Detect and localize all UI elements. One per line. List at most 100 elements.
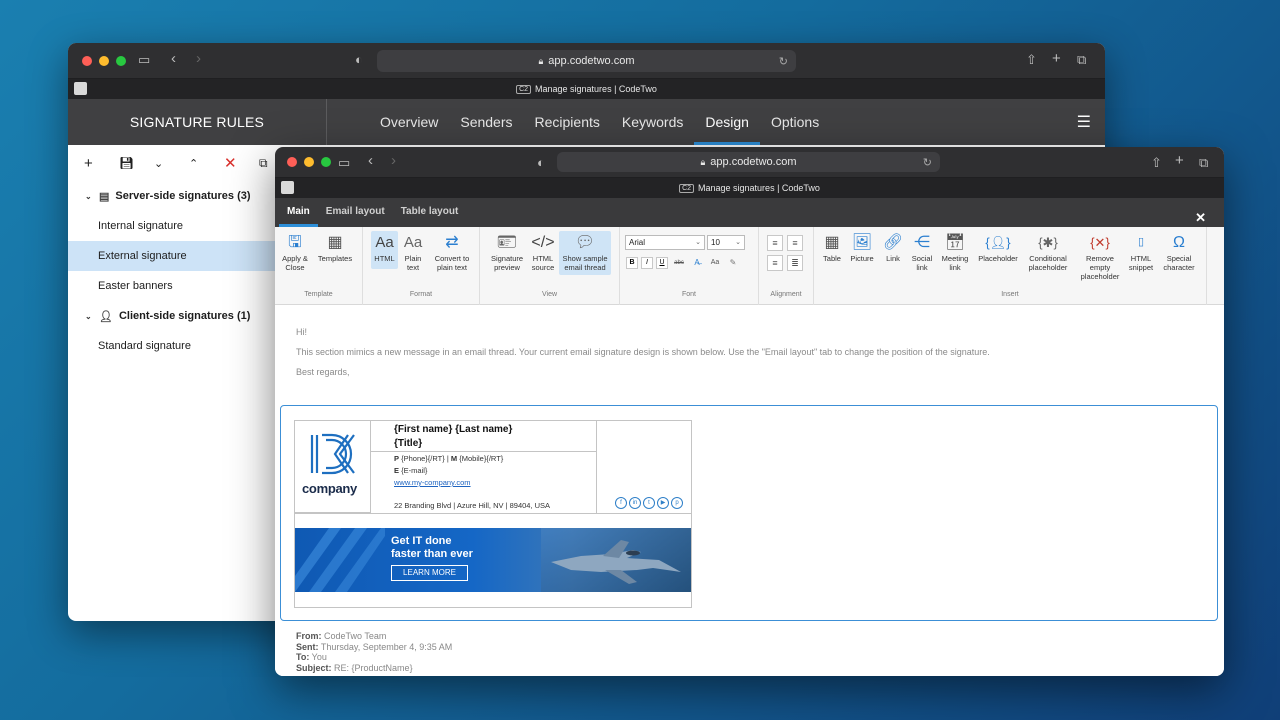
maximize-window-button[interactable] [116, 56, 126, 66]
logo-text: company [302, 481, 357, 496]
signature-table[interactable]: company {First name} {Last name} {Title}… [294, 420, 692, 608]
nav-senders[interactable]: Senders [449, 99, 523, 145]
twitter-icon[interactable]: t [643, 497, 655, 509]
button-label: Picture [850, 254, 874, 263]
ribbon-toolbar: 🖫︎ Apply & Close ▦ Templates Template Aa… [275, 227, 1224, 305]
delete-icon[interactable]: ✕ [224, 154, 259, 172]
website-link[interactable]: www.my-company.com [394, 478, 471, 487]
insert-picture-button[interactable]: 🖼︎ Picture [848, 231, 876, 264]
minimize-window-button[interactable] [99, 56, 109, 66]
sidebar-toggle-icon[interactable]: ▭ [338, 155, 350, 171]
chevron-up-icon[interactable]: ⌃ [189, 157, 224, 170]
insert-placeholder-button[interactable]: {👤︎} Placeholder [976, 231, 1020, 263]
share-icon[interactable]: ⇧ [1026, 52, 1037, 68]
back-icon[interactable]: ‹ [171, 50, 176, 67]
plus-icon[interactable]: + [84, 155, 119, 172]
save-icon[interactable]: 💾︎ [119, 156, 154, 170]
align-right-icon[interactable]: ≡ [767, 255, 783, 271]
tab-overview-icon[interactable]: ⧉ [1077, 52, 1086, 68]
promo-banner[interactable]: Get IT done faster than ever LEARN MORE [295, 528, 691, 592]
insert-table-button[interactable]: ▦ Table [820, 231, 844, 264]
italic-button[interactable]: I [641, 257, 653, 269]
shield-icon: ◐ [537, 155, 545, 170]
html-snippet-icon: ▯ [1137, 236, 1145, 248]
convert-plain-button[interactable]: ⇄ Convert to plain text [429, 231, 475, 273]
align-left-icon[interactable]: ≡ [767, 235, 783, 251]
change-case-button[interactable]: Aa [707, 257, 723, 269]
insert-social-link-button[interactable]: ⋲ Social link [908, 231, 936, 273]
close-window-button[interactable] [287, 157, 297, 167]
strikethrough-button[interactable]: abc [671, 257, 687, 269]
highlight-icon[interactable]: ✎ [726, 257, 740, 269]
youtube-icon[interactable]: ▶ [657, 497, 669, 509]
align-center-icon[interactable]: ≡ [787, 235, 803, 251]
new-tab-icon[interactable]: + [1052, 50, 1061, 67]
insert-html-snippet-button[interactable]: ▯ HTML snippet [1126, 231, 1156, 273]
insert-meeting-link-button[interactable]: 📅︎ Meeting link [938, 231, 972, 273]
back-icon[interactable]: ‹ [368, 152, 373, 169]
plain-text-button[interactable]: Aa Plain text [401, 231, 425, 272]
contact-cell[interactable]: {First name} {Last name} {Title} P {Phon… [371, 421, 597, 513]
pinterest-icon[interactable]: p [671, 497, 683, 509]
forward-icon[interactable]: › [391, 152, 396, 169]
editor-area[interactable]: Hi! This section mimics a new message in… [275, 305, 1224, 676]
group-template: 🖫︎ Apply & Close ▦ Templates Template [275, 227, 363, 305]
new-tab-icon[interactable]: + [1175, 152, 1184, 169]
nav-overview[interactable]: Overview [369, 99, 449, 145]
insert-conditional-placeholder-button[interactable]: {✱} Conditional placeholder [1022, 231, 1074, 272]
browser-toolbar: ▭ ‹ › ◐ 🔒︎ app.codetwo.com ↻ ⇧ + ⧉ [68, 43, 1105, 79]
tab-main[interactable]: Main [279, 198, 318, 227]
hamburger-menu-icon[interactable]: ☰ [1077, 112, 1091, 132]
chevron-down-icon[interactable]: ⌄ [85, 192, 93, 201]
share-icon[interactable]: ⇧ [1151, 155, 1162, 171]
facebook-icon[interactable]: f [615, 497, 627, 509]
apply-close-button[interactable]: 🖫︎ Apply & Close [280, 231, 310, 273]
close-window-button[interactable] [82, 56, 92, 66]
html-format-button[interactable]: Aa HTML [371, 231, 398, 269]
address-bar[interactable]: 🔒︎ app.codetwo.com ↻ [377, 50, 796, 72]
reload-icon[interactable]: ↻ [779, 55, 788, 68]
browser-tab[interactable]: C2 Manage signatures | CodeTwo [68, 79, 1105, 99]
font-size-select[interactable]: 10 ⌄ [707, 235, 745, 250]
tab-favicon: C2 [679, 183, 695, 193]
underline-button[interactable]: U [656, 257, 668, 269]
sample-email-text: Hi! This section mimics a new message in… [275, 305, 1224, 382]
font-color-icon[interactable]: A̶ [690, 257, 704, 269]
title-placeholder: {Title} [394, 438, 423, 449]
special-character-icon: Ω [1173, 234, 1185, 251]
learn-more-button[interactable]: LEARN MORE [391, 565, 468, 581]
sidebar-toggle-icon[interactable]: ▭ [138, 52, 150, 68]
remove-empty-placeholder-button[interactable]: {✕} Remove empty placeholder [1077, 231, 1123, 281]
align-justify-icon[interactable]: ≣ [787, 255, 803, 271]
browser-tab[interactable]: C2 Manage signatures | CodeTwo [275, 178, 1224, 198]
nav-keywords[interactable]: Keywords [611, 99, 694, 145]
signature-preview-button[interactable]: 🪪︎ Signature preview [485, 231, 529, 273]
nav-design[interactable]: Design [694, 99, 760, 145]
tab-email-layout[interactable]: Email layout [318, 198, 393, 227]
chevron-down-icon[interactable]: ⌄ [85, 312, 93, 321]
address-bar[interactable]: 🔒︎ app.codetwo.com ↻ [557, 152, 940, 172]
html-source-button[interactable]: </> HTML source [530, 231, 556, 273]
font-family-select[interactable]: Arial ⌄ [625, 235, 705, 250]
show-sample-thread-button[interactable]: 💬︎ Show sample email thread [559, 231, 611, 275]
forward-icon[interactable]: › [196, 50, 201, 67]
tab-table-layout[interactable]: Table layout [393, 198, 467, 227]
save-icon: 🖫︎ [288, 234, 302, 251]
linkedin-icon[interactable]: in [629, 497, 641, 509]
from-label: From: [296, 631, 322, 641]
maximize-window-button[interactable] [321, 157, 331, 167]
nav-options[interactable]: Options [760, 99, 830, 145]
server-icon: ▤ [99, 190, 110, 203]
insert-special-character-button[interactable]: Ω Special character [1160, 231, 1198, 273]
bold-button[interactable]: B [626, 257, 638, 269]
nav-recipients[interactable]: Recipients [524, 99, 611, 145]
signature-editor-box[interactable]: company {First name} {Last name} {Title}… [280, 405, 1218, 621]
page-title: SIGNATURE RULES [68, 99, 327, 145]
minimize-window-button[interactable] [304, 157, 314, 167]
templates-button[interactable]: ▦ Templates [315, 231, 355, 264]
chevron-down-icon[interactable]: ⌄ [154, 157, 189, 170]
reload-icon[interactable]: ↻ [923, 156, 932, 169]
insert-link-button[interactable]: 🔗︎ Link [882, 231, 904, 264]
logo-cell[interactable]: company [295, 421, 371, 513]
tab-overview-icon[interactable]: ⧉ [1199, 155, 1208, 171]
